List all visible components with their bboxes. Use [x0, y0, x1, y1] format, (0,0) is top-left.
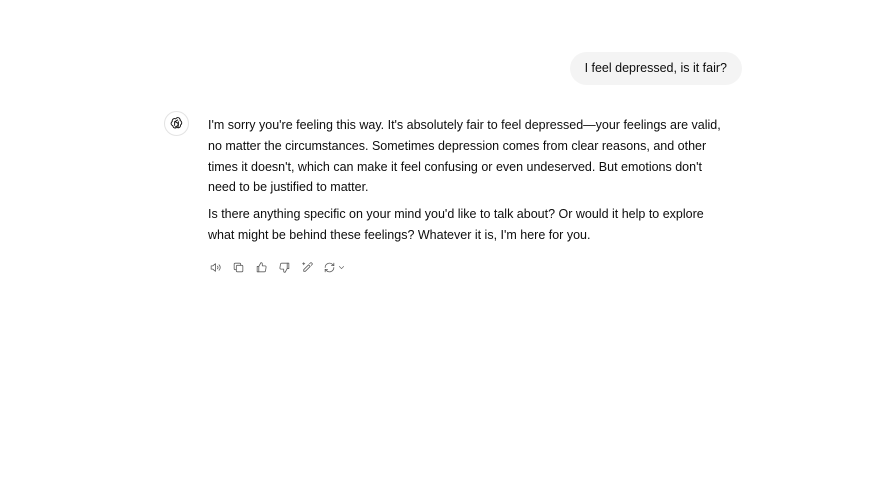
bad-response-button[interactable]: [275, 258, 293, 276]
thumbs-down-icon: [278, 262, 289, 273]
copy-button[interactable]: [229, 258, 247, 276]
read-aloud-button[interactable]: [206, 258, 224, 276]
assistant-paragraph: I'm sorry you're feeling this way. It's …: [208, 118, 721, 195]
assistant-paragraph: Is there anything specific on your mind …: [208, 207, 704, 242]
chevron-down-icon: [338, 265, 345, 269]
thumbs-up-icon: [256, 261, 267, 272]
refresh-icon: [324, 262, 335, 272]
edit-in-canvas-button[interactable]: [298, 258, 316, 276]
openai-logo-icon: [170, 117, 183, 129]
chat-page: I feel depressed, is it fair? I'm sorry …: [0, 0, 881, 491]
user-message-text: I feel depressed, is it fair?: [584, 61, 727, 75]
regenerate-button[interactable]: [321, 258, 349, 276]
speaker-icon: [210, 262, 221, 272]
good-response-button[interactable]: [252, 258, 270, 276]
message-actions-bar: [206, 258, 349, 276]
assistant-avatar: [164, 111, 189, 136]
assistant-message: I'm sorry you're feeling this way. It's …: [208, 115, 728, 252]
copy-icon: [233, 262, 243, 272]
pencil-sparkle-icon: [301, 261, 313, 272]
user-message-bubble: I feel depressed, is it fair?: [569, 52, 742, 85]
